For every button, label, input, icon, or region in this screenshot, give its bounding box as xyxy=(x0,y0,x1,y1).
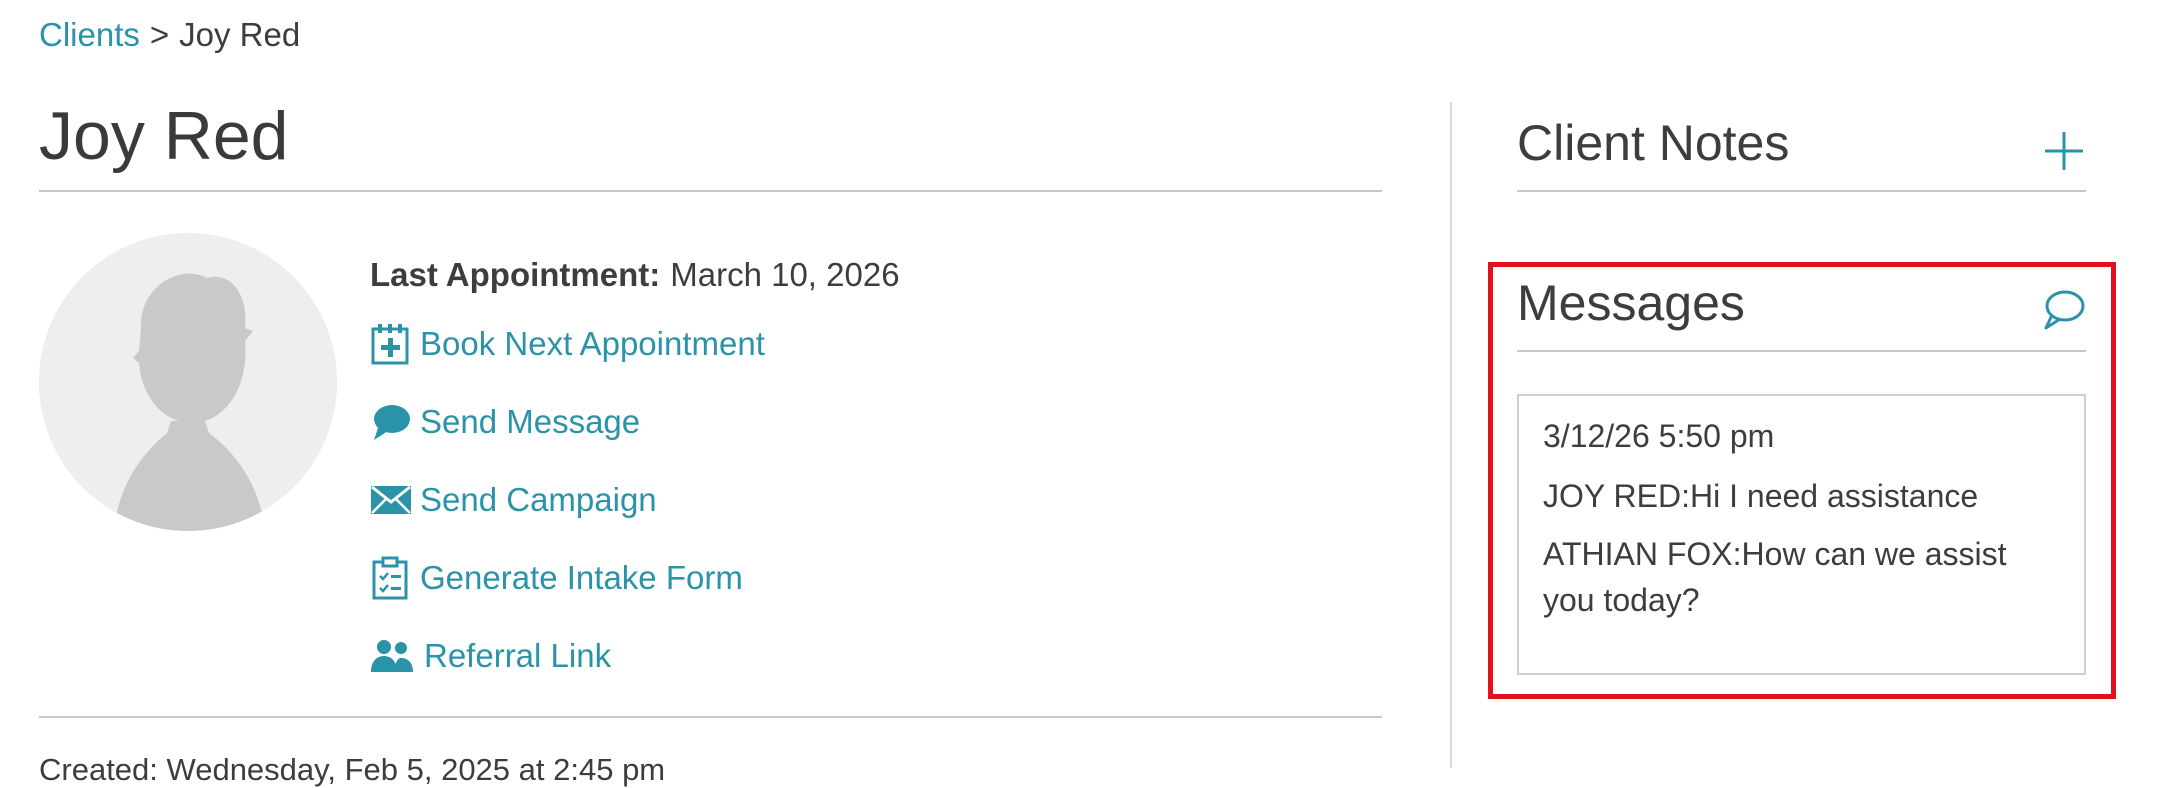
calendar-plus-icon xyxy=(370,322,420,366)
open-messages-button[interactable] xyxy=(2040,288,2086,337)
generate-intake-form-link[interactable]: Generate Intake Form xyxy=(370,556,743,600)
last-appointment-label: Last Appointment: xyxy=(370,256,661,293)
send-message-label: Send Message xyxy=(420,403,641,440)
send-message-link[interactable]: Send Message xyxy=(370,400,640,444)
title-divider xyxy=(39,190,1382,192)
messages-divider xyxy=(1517,350,2086,352)
message-thread[interactable]: 3/12/26 5:50 pm JOY RED:Hi I need assist… xyxy=(1517,394,2086,675)
referral-link-label: Referral Link xyxy=(424,637,612,674)
breadcrumb-current: Joy Red xyxy=(179,16,301,53)
chat-bubble-icon xyxy=(370,400,420,444)
breadcrumb: Clients > Joy Red xyxy=(39,16,300,54)
generate-intake-form-label: Generate Intake Form xyxy=(420,559,743,596)
message-date: 3/12/26 5:50 pm xyxy=(1543,418,1775,454)
add-note-button[interactable] xyxy=(2043,130,2085,177)
avatar xyxy=(39,233,337,531)
avatar-silhouette-icon xyxy=(39,233,337,531)
column-divider xyxy=(1450,102,1452,768)
page-title: Joy Red xyxy=(39,98,289,174)
send-campaign-label: Send Campaign xyxy=(420,481,657,518)
client-notes-title: Client Notes xyxy=(1517,115,1790,171)
actions-divider xyxy=(39,716,1382,718)
users-icon xyxy=(370,634,424,678)
book-next-appointment-link[interactable]: Book Next Appointment xyxy=(370,322,765,366)
message-item: JOY RED:Hi I need assistance xyxy=(1543,478,1979,514)
message-item: ATHIAN FOX:How can we assist you today? xyxy=(1543,536,2007,618)
envelope-icon xyxy=(370,478,420,522)
send-campaign-link[interactable]: Send Campaign xyxy=(370,478,657,522)
messages-title: Messages xyxy=(1517,275,1745,331)
last-appointment: Last Appointment: March 10, 2026 xyxy=(370,256,900,294)
chat-outline-icon xyxy=(2044,290,2085,330)
clipboard-check-icon xyxy=(370,556,420,600)
created-date: Created: Wednesday, Feb 5, 2025 at 2:45 … xyxy=(39,752,666,787)
book-next-appointment-label: Book Next Appointment xyxy=(420,325,765,362)
referral-link[interactable]: Referral Link xyxy=(370,634,611,678)
last-appointment-value: March 10, 2026 xyxy=(670,256,900,293)
breadcrumb-clients-link[interactable]: Clients xyxy=(39,16,140,53)
plus-icon xyxy=(2045,132,2083,170)
client-notes-divider xyxy=(1517,190,2086,192)
breadcrumb-separator: > xyxy=(149,16,170,53)
